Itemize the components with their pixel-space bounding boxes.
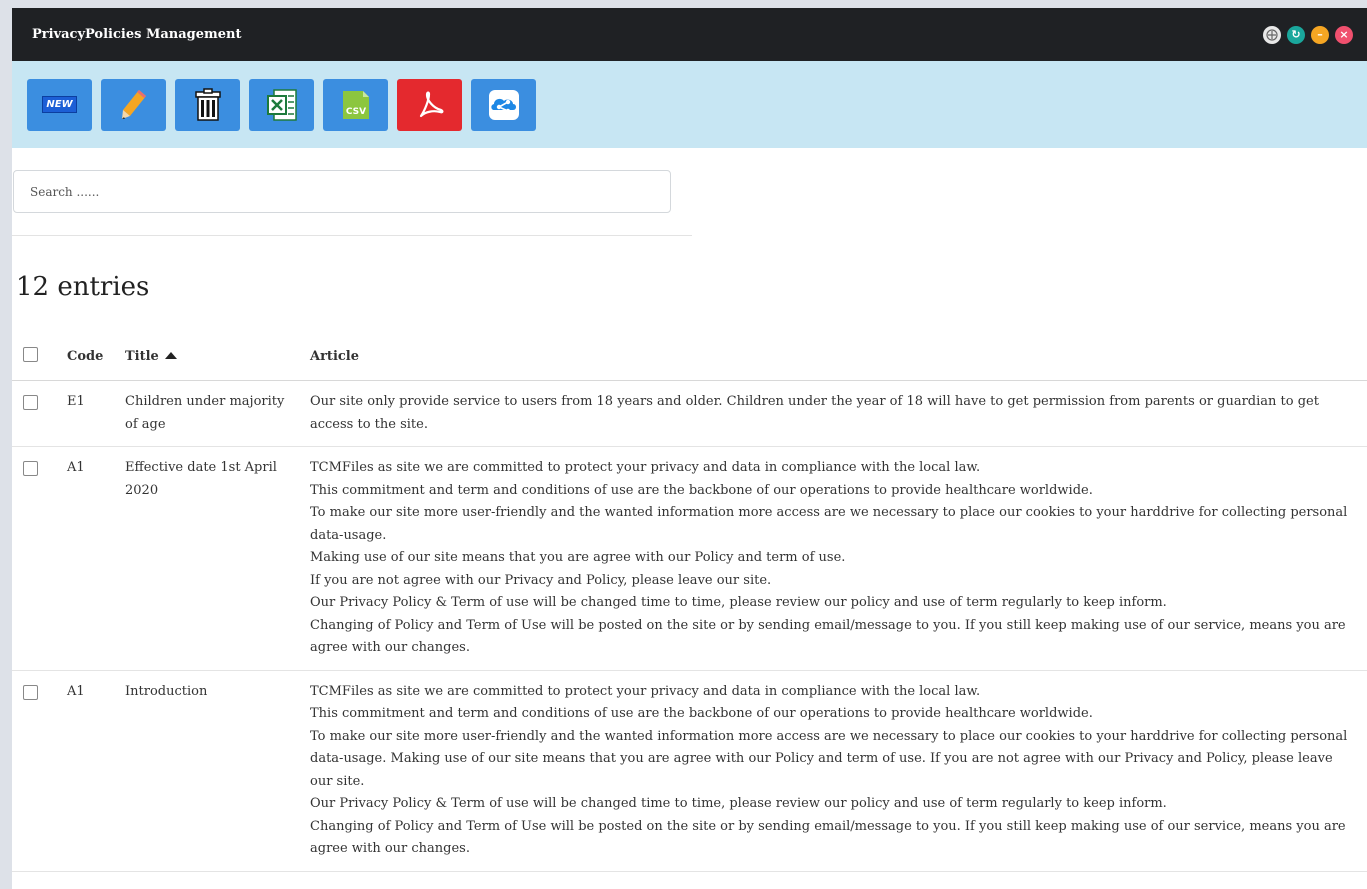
minimize-icon[interactable]: – xyxy=(1311,25,1329,44)
title-bar: PrivacyPolicies Management ↻ – × xyxy=(12,8,1367,61)
row-article: TCMFiles as site we are committed to pro… xyxy=(309,670,1367,872)
pencil-icon xyxy=(121,89,146,119)
excel-icon xyxy=(266,88,297,121)
article-line: Changing of Policy and Term of Use will … xyxy=(310,818,1346,857)
column-header-title[interactable]: Title xyxy=(124,332,309,381)
delete-button[interactable] xyxy=(175,78,240,131)
row-checkbox[interactable] xyxy=(23,461,38,476)
table-row[interactable]: A1 Introduction TCMFiles as site we are co… xyxy=(12,670,1367,872)
article-line: To make our site more user-friendly and … xyxy=(310,505,1348,543)
app-window: PrivacyPolicies Management ↻ – × NEW CSV… xyxy=(12,8,1367,889)
table-row[interactable]: E1 Children under majority of age Our site… xyxy=(12,380,1367,447)
article-line: Changing of Policy and Term of Use will … xyxy=(310,617,1346,656)
share-icon xyxy=(488,89,519,120)
csv-icon: CSV xyxy=(342,90,369,119)
article-line: Our Privacy Policy & Term of use will be… xyxy=(310,595,1167,610)
new-icon: NEW xyxy=(42,96,77,113)
article-line: This commitment and term and conditions … xyxy=(310,706,1093,721)
row-title: Effective date 1st April 2020 xyxy=(124,446,309,671)
row-code: E1 xyxy=(66,380,124,447)
row-title: Children under majority of age xyxy=(124,380,309,447)
excel-export-button[interactable] xyxy=(249,78,314,131)
csv-label: CSV xyxy=(345,107,365,117)
column-header-article[interactable]: Article xyxy=(309,332,1367,381)
pdf-icon xyxy=(419,91,443,117)
csv-export-button[interactable]: CSV xyxy=(323,78,388,131)
article-line: TCMFiles as site we are committed to pro… xyxy=(310,683,981,699)
table-row[interactable]: A1 Effective date 1st April 2020 TCMFiles … xyxy=(12,446,1367,671)
article-line: Our Privacy Policy & Term of use will be… xyxy=(310,796,1167,811)
row-code: A1 xyxy=(66,670,124,872)
sort-ascending-icon xyxy=(164,351,177,359)
column-header-code[interactable]: Code xyxy=(66,332,124,381)
row-select-cell xyxy=(12,670,66,872)
article-line: To make our site more user-friendly and … xyxy=(310,728,1348,789)
search-area xyxy=(12,148,1367,213)
toolbar: NEW CSV xyxy=(12,61,1367,148)
row-article: Our site only provide service to users f… xyxy=(309,380,1367,447)
move-icon[interactable] xyxy=(1263,25,1281,44)
article-line: Making use of our site means that you ar… xyxy=(310,550,846,565)
entries-count: 12 entries xyxy=(16,272,150,302)
select-all-cell xyxy=(12,332,66,381)
row-checkbox[interactable] xyxy=(23,395,38,410)
trash-icon xyxy=(194,87,221,121)
article-line: This commitment and term and conditions … xyxy=(310,482,1093,498)
pdf-export-button[interactable] xyxy=(397,78,462,131)
divider xyxy=(12,235,692,236)
row-select-cell xyxy=(12,446,66,671)
row-article: TCMFiles as site we are committed to pro… xyxy=(309,446,1367,671)
window-title: PrivacyPolicies Management xyxy=(32,27,242,42)
new-button[interactable]: NEW xyxy=(27,78,92,131)
article-line: TCMFiles as site we are committed to pro… xyxy=(310,460,981,475)
row-select-cell xyxy=(12,380,66,447)
article-line: If you are not agree with our Privacy an… xyxy=(310,572,772,588)
policies-table: Code Title Article E1 Children under majo… xyxy=(12,332,1367,872)
close-icon[interactable]: × xyxy=(1335,25,1353,44)
article-line: Our site only provide service to users f… xyxy=(310,394,1319,432)
column-header-title-label: Title xyxy=(125,348,159,364)
search-input[interactable] xyxy=(13,170,671,213)
row-title: Introduction xyxy=(124,670,309,872)
refresh-icon[interactable]: ↻ xyxy=(1287,25,1305,44)
row-code: A1 xyxy=(66,446,124,671)
window-controls: ↻ – × xyxy=(1263,25,1353,44)
share-button[interactable] xyxy=(471,78,536,131)
row-checkbox[interactable] xyxy=(23,684,38,700)
select-all-checkbox[interactable] xyxy=(23,346,38,362)
edit-button[interactable] xyxy=(101,78,166,131)
table-header-row: Code Title Article xyxy=(12,332,1367,381)
